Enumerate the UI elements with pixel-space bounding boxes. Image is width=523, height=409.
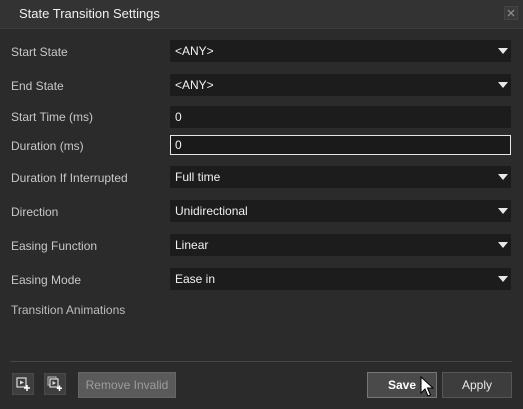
start-time-value: 0: [175, 110, 182, 124]
easing-function-dropdown[interactable]: Linear: [170, 234, 511, 256]
chevron-down-icon: [498, 174, 508, 180]
end-state-value: <ANY>: [175, 78, 214, 92]
start-time-input[interactable]: 0: [170, 106, 511, 128]
easing-function-value: Linear: [175, 238, 209, 252]
duration-if-interrupted-label: Duration If Interrupted: [11, 171, 128, 185]
add-animation-button[interactable]: [12, 373, 34, 395]
direction-value: Unidirectional: [175, 204, 248, 218]
chevron-down-icon: [498, 82, 508, 88]
transition-animations-label: Transition Animations: [11, 303, 126, 317]
close-button[interactable]: [504, 6, 518, 20]
chevron-down-icon: [498, 48, 508, 54]
easing-mode-label: Easing Mode: [11, 273, 82, 287]
start-time-label: Start Time (ms): [11, 110, 94, 124]
end-state-dropdown[interactable]: <ANY>: [170, 74, 511, 96]
dialog-title: State Transition Settings: [19, 6, 160, 21]
add-animation-icon: [16, 377, 30, 391]
chevron-down-icon: [498, 208, 508, 214]
footer-divider: [10, 361, 512, 362]
direction-dropdown[interactable]: Unidirectional: [170, 200, 511, 222]
start-state-dropdown[interactable]: <ANY>: [170, 40, 511, 62]
start-state-value: <ANY>: [175, 44, 214, 58]
start-state-label: Start State: [11, 45, 68, 59]
duration-input[interactable]: 0: [170, 135, 511, 155]
easing-mode-value: Ease in: [175, 272, 216, 286]
add-group-button[interactable]: [44, 373, 66, 395]
duration-value: 0: [175, 138, 182, 152]
duration-if-interrupted-dropdown[interactable]: Full time: [170, 166, 511, 188]
end-state-label: End State: [11, 79, 64, 93]
chevron-down-icon: [498, 276, 508, 282]
add-group-icon: [47, 376, 62, 391]
remove-invalid-button[interactable]: Remove Invalid: [78, 372, 176, 398]
easing-function-label: Easing Function: [11, 239, 98, 253]
duration-if-interrupted-value: Full time: [175, 170, 221, 184]
dialog-titlebar: State Transition Settings: [0, 0, 523, 29]
close-icon: [507, 9, 515, 17]
direction-label: Direction: [11, 205, 59, 219]
mouse-pointer-icon: [420, 376, 434, 397]
easing-mode-dropdown[interactable]: Ease in: [170, 268, 511, 290]
duration-label: Duration (ms): [11, 139, 84, 153]
apply-button[interactable]: Apply: [442, 372, 512, 398]
chevron-down-icon: [498, 242, 508, 248]
